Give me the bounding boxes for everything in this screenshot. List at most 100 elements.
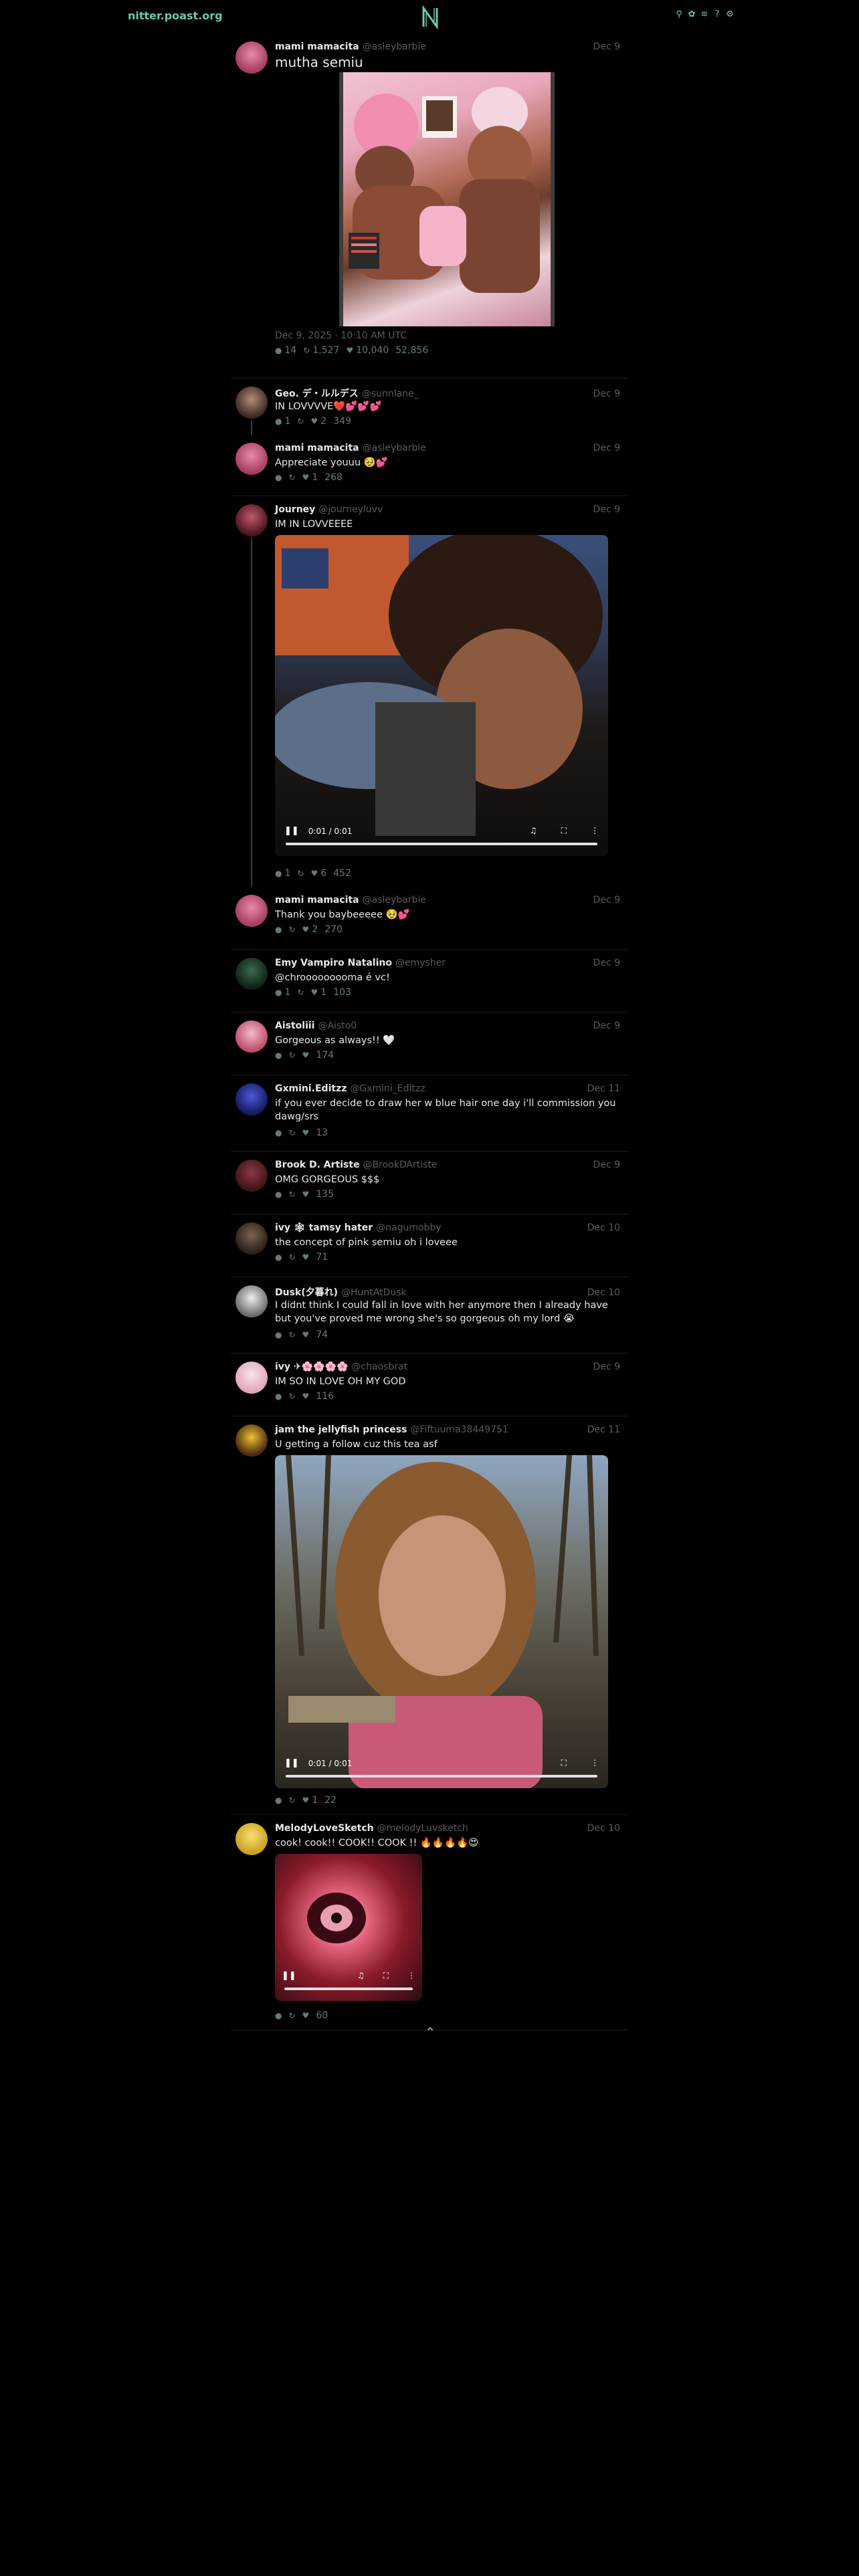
- tweet-date[interactable]: Dec 10: [587, 1823, 620, 1834]
- retweet-count[interactable]: ↻ 1,527: [303, 345, 339, 356]
- avatar[interactable]: [235, 41, 268, 74]
- tweet-author-handle[interactable]: @Gxmini_Editzz: [350, 1083, 425, 1094]
- retweet-count[interactable]: ↻: [288, 926, 295, 934]
- retweet-count[interactable]: ↻: [288, 2012, 295, 2020]
- video-progress-bar[interactable]: [284, 1988, 413, 1990]
- more-icon[interactable]: ⋮: [591, 1758, 599, 1768]
- reply-tweet[interactable]: Geo. デ・ルルデス @sunnlane_ Dec 9 IN LOVVVVE❤…: [231, 379, 628, 435]
- reply-tweet[interactable]: mami mamacita @asleybarbie Dec 9 Appreci…: [231, 435, 628, 496]
- tweet-author-name[interactable]: Journey: [275, 504, 315, 515]
- avatar[interactable]: [235, 504, 268, 536]
- site-brand-link[interactable]: nitter.poast.org: [128, 9, 223, 22]
- tweet-author-name[interactable]: Gxmini.Editzz: [275, 1083, 347, 1094]
- tweet-author-handle[interactable]: @asleybarbie: [363, 895, 426, 905]
- retweet-count[interactable]: ↻: [288, 1331, 295, 1339]
- reply-tweet[interactable]: Journey @journeyluvv Dec 9 IM IN LOVVEEE…: [231, 496, 628, 887]
- reply-count[interactable]: ●: [275, 926, 282, 934]
- reply-count[interactable]: ●: [275, 1331, 282, 1339]
- like-count[interactable]: ♥ 1: [310, 987, 326, 998]
- reply-count[interactable]: ●: [275, 473, 282, 481]
- like-count[interactable]: ♥ 1: [302, 1795, 318, 1806]
- search-icon[interactable]: ⚲: [674, 10, 684, 19]
- tweet-author-name[interactable]: MelodyLoveSketch: [275, 1823, 374, 1834]
- reply-count[interactable]: ● 1: [275, 416, 290, 427]
- tweet-date[interactable]: Dec 9: [593, 958, 620, 968]
- chevron-up-icon[interactable]: ⌃: [423, 2026, 438, 2039]
- tweet-author-handle[interactable]: @chaosbrat: [351, 1362, 407, 1372]
- tweet-date[interactable]: Dec 9: [593, 389, 620, 399]
- tweet-author-handle[interactable]: @journeyluvv: [318, 504, 383, 515]
- avatar[interactable]: [235, 958, 268, 990]
- retweet-count[interactable]: ↻: [288, 1796, 295, 1804]
- rss-icon[interactable]: ≋: [700, 10, 709, 19]
- reply-tweet[interactable]: ivy ✈︎🌸🌸🌸🌸 @chaosbrat Dec 9 IM SO IN LOV…: [231, 1354, 628, 1416]
- tweet-author-name[interactable]: mami mamacita: [275, 41, 359, 52]
- avatar[interactable]: [235, 1285, 268, 1317]
- like-count[interactable]: ♥: [302, 1331, 310, 1339]
- tweet-date[interactable]: Dec 9: [593, 41, 620, 52]
- tweet-author-name[interactable]: Dusk(夕暮れ): [275, 1285, 338, 1299]
- reply-count[interactable]: ●: [275, 2012, 282, 2020]
- reply-count[interactable]: ●: [275, 1392, 282, 1400]
- settings-icon[interactable]: ⚙: [725, 10, 735, 19]
- like-count[interactable]: ♥: [302, 1190, 310, 1198]
- retweet-count[interactable]: ↻: [297, 988, 304, 996]
- reply-count[interactable]: ●: [275, 1051, 282, 1059]
- like-count[interactable]: ♥ 2: [310, 416, 326, 427]
- reply-tweet[interactable]: MelodyLoveSketch @melodyLuvsketch Dec 10…: [231, 1815, 628, 2030]
- tweet-date[interactable]: Dec 11: [587, 1424, 620, 1435]
- reply-tweet[interactable]: Brook D. Artiste @BrookDArtiste Dec 9 OM…: [231, 1152, 628, 1214]
- retweet-count[interactable]: ↻: [288, 1129, 295, 1137]
- tweet-author-name[interactable]: jam the jellyfish princess: [275, 1424, 407, 1435]
- main-tweet[interactable]: mami mamacita @asleybarbie Dec 9 mutha s…: [231, 33, 628, 379]
- reply-count[interactable]: ●: [275, 1190, 282, 1198]
- tweet-date[interactable]: Dec 9: [593, 1021, 620, 1031]
- retweet-count[interactable]: ↻: [288, 1253, 295, 1261]
- avatar[interactable]: [235, 1021, 268, 1053]
- like-count[interactable]: ♥: [302, 1051, 310, 1059]
- tweet-image[interactable]: [339, 72, 555, 326]
- video-progress-bar[interactable]: [286, 1775, 597, 1778]
- tweet-author-handle[interactable]: @BrookDArtiste: [363, 1160, 438, 1170]
- tweet-author-handle[interactable]: @Aisto0: [318, 1021, 357, 1031]
- avatar[interactable]: [235, 387, 268, 419]
- fullscreen-icon[interactable]: ⛶: [383, 1971, 389, 1981]
- tweet-date[interactable]: Dec 9: [593, 504, 620, 515]
- pause-icon[interactable]: ❚❚: [284, 826, 299, 836]
- reply-count[interactable]: ● 1: [275, 868, 290, 879]
- tweet-author-name[interactable]: mami mamacita: [275, 895, 359, 905]
- tweet-author-name[interactable]: Brook D. Artiste: [275, 1160, 360, 1170]
- like-count[interactable]: ♥ 10,040: [346, 345, 389, 356]
- like-count[interactable]: ♥ 2: [302, 924, 318, 935]
- tweet-author-handle[interactable]: @sunnlane_: [362, 389, 419, 399]
- avatar[interactable]: [235, 1083, 268, 1115]
- avatar[interactable]: [235, 1823, 268, 1855]
- tweet-date[interactable]: Dec 10: [587, 1222, 620, 1233]
- tweet-author-handle[interactable]: @asleybarbie: [363, 41, 426, 52]
- reply-count[interactable]: ● 1: [275, 987, 290, 998]
- mute-icon[interactable]: ♫: [530, 826, 537, 836]
- more-icon[interactable]: ⋮: [591, 826, 599, 836]
- pause-icon[interactable]: ❚❚: [282, 1971, 296, 1981]
- retweet-count[interactable]: ↻: [288, 1190, 295, 1198]
- reply-tweet[interactable]: ivy 🕸 tamsy hater @nagumobby Dec 10 the …: [231, 1214, 628, 1277]
- like-count[interactable]: ♥: [302, 2012, 310, 2020]
- avatar[interactable]: [235, 1160, 268, 1192]
- fullscreen-icon[interactable]: ⛶: [561, 1758, 567, 1768]
- retweet-count[interactable]: ↻: [297, 417, 304, 425]
- twitter-icon[interactable]: ✿: [687, 10, 696, 19]
- video-progress-bar[interactable]: [286, 843, 597, 845]
- retweet-count[interactable]: ↻: [288, 1392, 295, 1400]
- tweet-author-name[interactable]: ivy ✈︎🌸🌸🌸🌸: [275, 1362, 348, 1372]
- reply-count[interactable]: ●: [275, 1129, 282, 1137]
- reply-tweet[interactable]: Dusk(夕暮れ) @HuntAtDusk Dec 10 I didnt thi…: [231, 1277, 628, 1354]
- reply-tweet[interactable]: Aistoliii @Aisto0 Dec 9 Gorgeous as alwa…: [231, 1012, 628, 1075]
- avatar[interactable]: [235, 1222, 268, 1255]
- tweet-author-handle[interactable]: @nagumobby: [376, 1222, 441, 1233]
- reply-count[interactable]: ●: [275, 1796, 282, 1804]
- tweet-author-handle[interactable]: @HuntAtDusk: [341, 1287, 407, 1298]
- tweet-timestamp[interactable]: Dec 9, 2025 · 10:10 AM UTC: [275, 329, 620, 342]
- tweet-video[interactable]: ❚❚ 0:01 / 0:01 ⛶ ⋮: [275, 1455, 608, 1788]
- retweet-count[interactable]: ↻: [297, 869, 304, 877]
- avatar[interactable]: [235, 443, 268, 475]
